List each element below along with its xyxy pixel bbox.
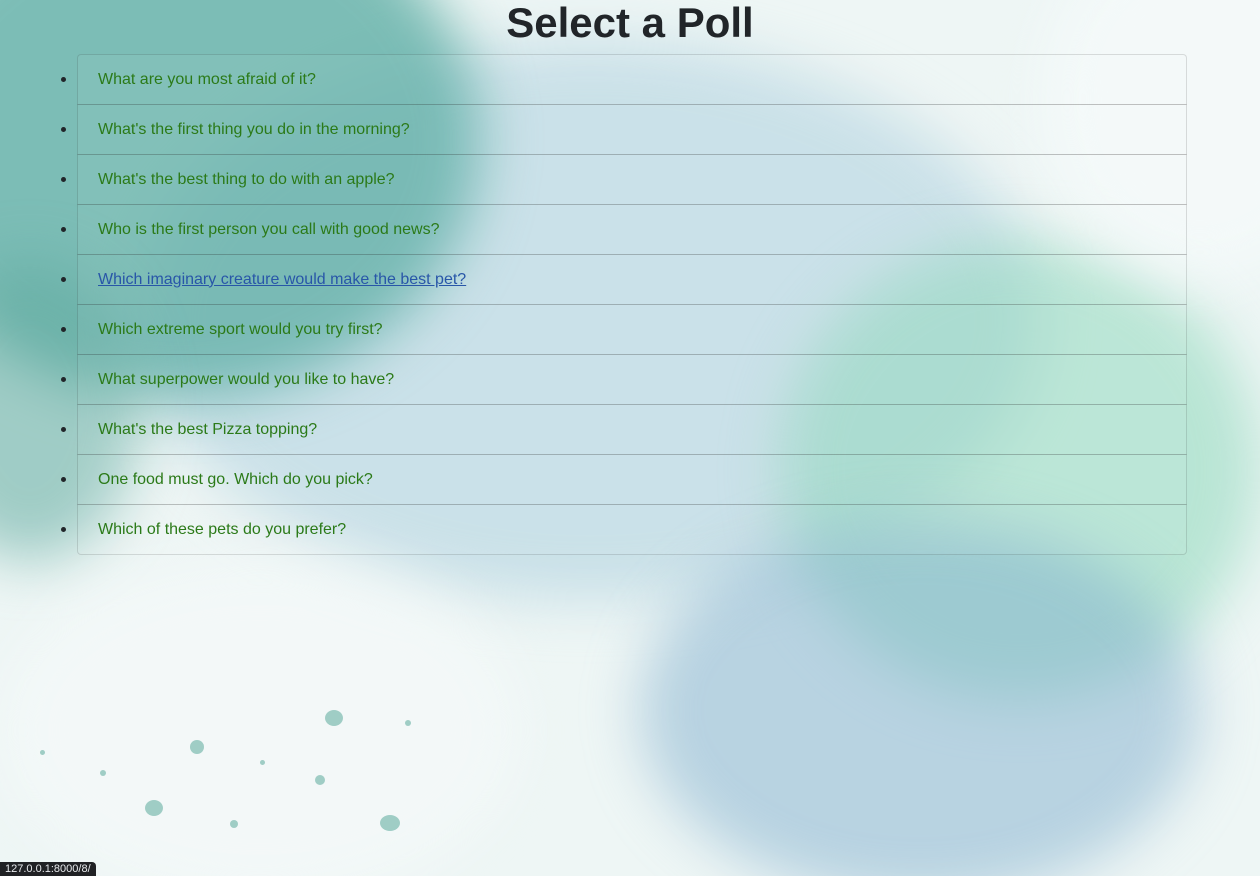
poll-link[interactable]: What's the first thing you do in the mor… [98, 121, 410, 139]
list-item[interactable]: What's the best Pizza topping? [61, 404, 1187, 455]
list-item[interactable]: What superpower would you like to have? [61, 354, 1187, 405]
list-item[interactable]: One food must go. Which do you pick? [61, 454, 1187, 505]
poll-link[interactable]: What's the best thing to do with an appl… [98, 171, 395, 189]
list-item[interactable]: What are you most afraid of it? [61, 54, 1187, 105]
list-item[interactable]: What's the first thing you do in the mor… [61, 104, 1187, 155]
list-item[interactable]: Which extreme sport would you try first? [61, 304, 1187, 355]
poll-link[interactable]: Which extreme sport would you try first? [98, 321, 383, 339]
list-item[interactable]: What's the best thing to do with an appl… [61, 154, 1187, 205]
list-item[interactable]: Which of these pets do you prefer? [61, 504, 1187, 555]
poll-link[interactable]: Which of these pets do you prefer? [98, 521, 346, 539]
status-bar-url: 127.0.0.1:8000/8/ [0, 862, 96, 876]
page-title: Select a Poll [506, 0, 754, 46]
poll-link[interactable]: Which imaginary creature would make the … [98, 271, 466, 289]
list-item[interactable]: Who is the first person you call with go… [61, 204, 1187, 255]
poll-link[interactable]: What's the best Pizza topping? [98, 421, 317, 439]
list-item[interactable]: Which imaginary creature would make the … [61, 254, 1187, 305]
poll-link[interactable]: What superpower would you like to have? [98, 371, 394, 389]
poll-link[interactable]: One food must go. Which do you pick? [98, 471, 373, 489]
poll-link[interactable]: Who is the first person you call with go… [98, 221, 440, 239]
poll-link[interactable]: What are you most afraid of it? [98, 71, 316, 89]
poll-list: What are you most afraid of it? What's t… [61, 54, 1187, 555]
